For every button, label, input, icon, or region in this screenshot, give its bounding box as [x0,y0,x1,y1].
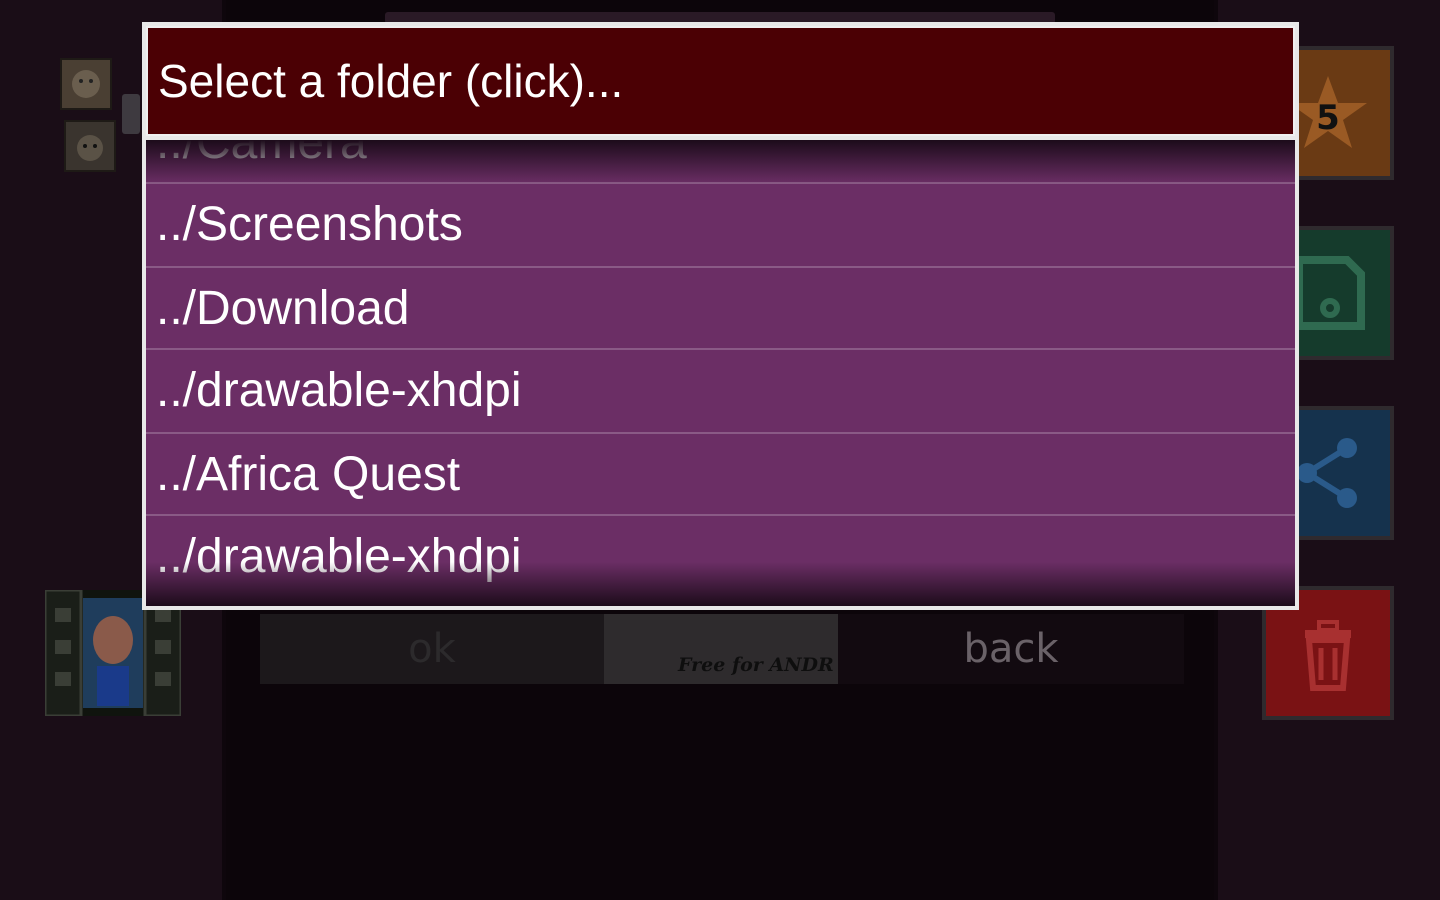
ad-text: Free for ANDR [678,654,834,676]
trash-icon [1305,620,1351,691]
folder-item-label: ../Africa Quest [156,447,461,501]
folder-select-dialog: Select a folder (click)... ../Camera ../… [142,22,1299,610]
folder-item-screenshots[interactable]: ../Screenshots [146,182,1295,264]
folder-item-label: ../Download [156,281,410,335]
back-button[interactable]: back [838,614,1184,684]
action-bar: ok Free for ANDR back [260,614,1184,684]
folder-item-africa-quest[interactable]: ../Africa Quest [146,432,1295,514]
folder-list[interactable]: ../Camera ../Screenshots ../Download ../… [146,140,1295,606]
folder-item-drawable-xhdpi[interactable]: ../drawable-xhdpi [146,348,1295,430]
folder-item-label: ../drawable-xhdpi [156,529,522,583]
dog-thumbnail-1[interactable] [60,58,112,110]
ok-button[interactable]: ok [260,614,604,684]
ad-banner[interactable]: Free for ANDR [604,614,838,684]
folder-item-label: ../Camera [156,140,367,169]
dialog-title-bar: Select a folder (click)... [146,26,1295,136]
app-screen: 5 ok Free for ANDR back Select a folder … [0,0,1440,900]
folder-item-drawable-xhdpi-2[interactable]: ../drawable-xhdpi [146,514,1295,596]
dialog-title: Select a folder (click)... [158,55,624,107]
folder-item-label: ../Screenshots [156,197,463,251]
folder-item-label: ../drawable-xhdpi [156,363,522,417]
dog-thumbnail-2[interactable] [64,120,116,172]
folder-item-download[interactable]: ../Download [146,266,1295,348]
folder-item-camera[interactable]: ../Camera [146,140,1295,182]
side-handle[interactable] [122,94,140,134]
